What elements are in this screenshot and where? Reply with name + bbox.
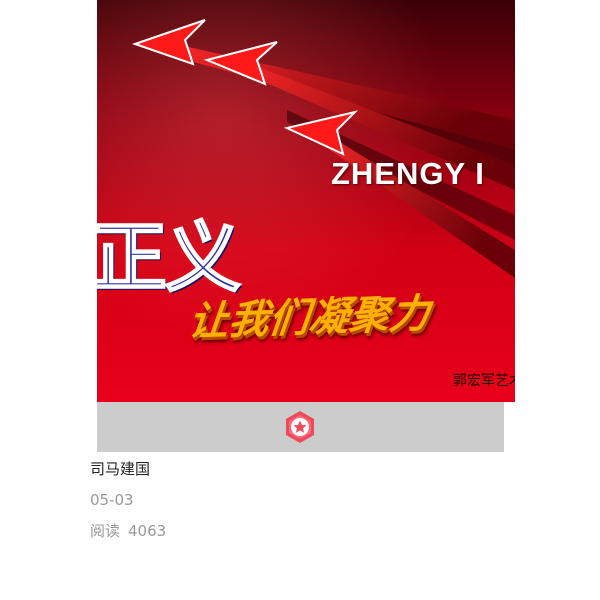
read-count-label: 阅读 xyxy=(90,522,121,540)
article-card[interactable]: ZHENGY I 正义 让我们凝聚力 郭宏军艺术 司马建国 05-03 阅读 40… xyxy=(0,0,600,600)
publish-date: 05-03 xyxy=(90,491,134,509)
read-count-value: 4063 xyxy=(128,522,167,540)
poster-image[interactable]: ZHENGY I 正义 让我们凝聚力 郭宏军艺术 xyxy=(97,0,515,402)
arrow-rays-graphic xyxy=(131,19,515,278)
image-caption-bar xyxy=(97,402,504,452)
poster-english-title: ZHENGY I xyxy=(331,156,485,191)
poster-chinese-title: 正义 xyxy=(97,213,242,302)
author-name[interactable]: 司马建国 xyxy=(90,458,150,480)
read-count: 阅读 4063 xyxy=(90,520,166,542)
poster-slogan: 让我们凝聚力 xyxy=(186,290,432,346)
poster-signature: 郭宏军艺术 xyxy=(453,373,515,389)
star-badge-icon[interactable] xyxy=(283,410,317,444)
